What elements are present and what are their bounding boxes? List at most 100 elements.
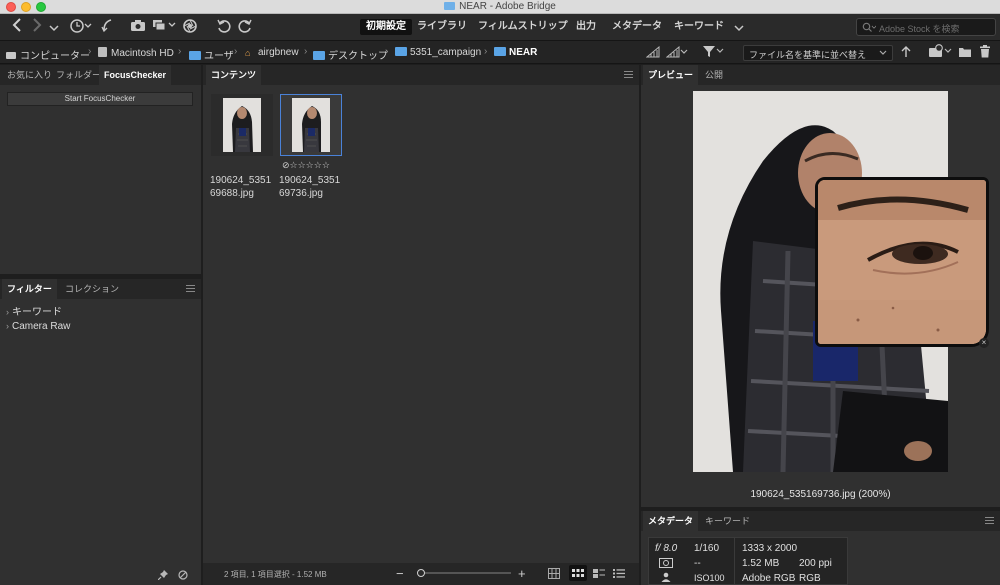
breadcrumb-label: airgbnew bbox=[258, 47, 299, 58]
forward-icon[interactable] bbox=[30, 18, 44, 36]
metering-icon bbox=[659, 558, 673, 568]
quality-options-icon[interactable] bbox=[645, 44, 661, 62]
filter-item-label: Camera Raw bbox=[12, 321, 71, 332]
stock-search-input[interactable]: Adobe Stock を検索 bbox=[856, 18, 996, 36]
breadcrumb-airgbnew[interactable]: ⌂ airgbnew bbox=[245, 47, 299, 58]
tab-publish[interactable]: 公開 bbox=[700, 65, 728, 85]
thumbnail-filename[interactable]: 190624_5351 69688.jpg bbox=[210, 174, 271, 200]
thumbnail-item[interactable] bbox=[211, 94, 273, 156]
workspace-tab-default[interactable]: 初期設定 bbox=[360, 19, 412, 35]
workspace-more-chevron-icon[interactable] bbox=[732, 18, 746, 36]
sort-dropdown[interactable]: ファイル名を基準に並べ替え bbox=[743, 45, 893, 61]
refine-dropdown-icon[interactable] bbox=[152, 18, 178, 36]
slider-handle[interactable] bbox=[417, 569, 425, 577]
panel-tab-bar: フィルター コレクション bbox=[0, 279, 201, 299]
rotate-left-icon[interactable] bbox=[216, 18, 232, 36]
clear-filter-icon[interactable] bbox=[178, 570, 188, 583]
breadcrumb-users[interactable]: ユーザ bbox=[189, 47, 234, 62]
history-dropdown-icon[interactable] bbox=[48, 18, 60, 36]
breadcrumb-label: Macintosh HD bbox=[111, 48, 174, 59]
filter-item-camera-raw[interactable]: › Camera Raw bbox=[6, 321, 70, 332]
sort-ascending-icon[interactable] bbox=[900, 44, 912, 62]
tab-favorites[interactable]: お気に入り bbox=[2, 65, 57, 85]
zoom-in-icon[interactable]: + bbox=[518, 566, 526, 581]
breadcrumb-label: デスクトップ bbox=[328, 51, 388, 62]
tab-filter[interactable]: フィルター bbox=[2, 279, 57, 299]
color-profile-value: Adobe RGB bbox=[742, 573, 796, 584]
filename-line: 190624_5351 bbox=[279, 175, 341, 186]
return-to-photoshop-icon[interactable] bbox=[100, 18, 114, 36]
grid-lock-icon[interactable] bbox=[548, 568, 560, 582]
details-view-icon[interactable] bbox=[593, 569, 605, 581]
delete-trash-icon[interactable] bbox=[978, 44, 992, 62]
panel-menu-icon[interactable] bbox=[186, 285, 195, 292]
breadcrumb-label: NEAR bbox=[509, 47, 538, 58]
tab-metadata[interactable]: メタデータ bbox=[643, 511, 699, 531]
magnifier-loupe[interactable] bbox=[815, 177, 989, 347]
thumbnail-filename[interactable]: 190624_5351 69736.jpg bbox=[279, 174, 340, 200]
filter-items-dropdown-icon[interactable] bbox=[702, 44, 728, 62]
close-loupe-icon[interactable]: × bbox=[979, 338, 989, 348]
filter-item-keywords[interactable]: › キーワード bbox=[6, 303, 62, 318]
panel-menu-icon[interactable] bbox=[985, 517, 994, 524]
breadcrumb-label: ユーザ bbox=[204, 51, 234, 62]
rating-stars[interactable]: ⊘☆☆☆☆☆ bbox=[282, 160, 330, 171]
pin-icon[interactable] bbox=[157, 570, 168, 583]
breadcrumb-macintosh-hd[interactable]: Macintosh HD bbox=[98, 47, 174, 59]
focuschecker-panel: お気に入り フォルダー FocusChecker Start FocusChec… bbox=[0, 65, 201, 274]
breadcrumb-5351-campaign[interactable]: 5351_campaign bbox=[395, 47, 481, 58]
camera-raw-icon[interactable] bbox=[182, 18, 198, 36]
thumbnail-image bbox=[223, 98, 261, 152]
tab-keywords[interactable]: キーワード bbox=[700, 511, 755, 531]
filter-item-label: キーワード bbox=[12, 307, 62, 318]
workspace-tab-library[interactable]: ライブラリ bbox=[411, 19, 473, 35]
zoom-out-icon[interactable]: − bbox=[396, 566, 404, 581]
panel-tab-bar: プレビュー 公開 bbox=[641, 65, 1000, 85]
workspace-tab-filmstrip[interactable]: フィルムストリップ bbox=[472, 19, 574, 35]
folder-icon bbox=[189, 51, 201, 60]
main-toolbar: 初期設定 ライブラリ フィルムストリップ 出力 メタデータ キーワード Adob… bbox=[0, 14, 1000, 40]
thumbnail-view-icon bbox=[572, 569, 584, 577]
chevron-down-icon bbox=[879, 48, 887, 58]
rotate-right-icon[interactable] bbox=[237, 18, 253, 36]
content-panel: コンテンツ 190624_5351 69688.jpg ⊘☆☆☆☆☆ 19062… bbox=[203, 65, 639, 563]
tab-preview[interactable]: プレビュー bbox=[643, 65, 699, 85]
thumbnail-item-selected[interactable] bbox=[280, 94, 342, 156]
breadcrumb-desktop[interactable]: デスクトップ bbox=[313, 47, 388, 62]
list-view-icon[interactable] bbox=[613, 569, 625, 581]
hard-drive-icon bbox=[98, 47, 107, 57]
recent-files-icon[interactable] bbox=[68, 18, 94, 36]
folder-icon bbox=[444, 2, 456, 10]
breadcrumb-near[interactable]: NEAR bbox=[494, 47, 537, 58]
tab-content[interactable]: コンテンツ bbox=[206, 65, 262, 85]
camera-import-icon[interactable] bbox=[130, 18, 146, 36]
dimensions-value: 1333 x 2000 bbox=[742, 543, 798, 554]
home-icon: ⌂ bbox=[245, 48, 251, 58]
thumbnail-size-slider[interactable] bbox=[417, 569, 511, 577]
iso-value: ISO100 bbox=[694, 573, 725, 583]
chevron-right-icon: › bbox=[88, 46, 92, 57]
workspace-tab-output[interactable]: 出力 bbox=[570, 19, 602, 35]
workspace-tab-keywords[interactable]: キーワード bbox=[668, 19, 730, 35]
slider-track bbox=[417, 572, 511, 574]
breadcrumb-computer[interactable]: コンピューター bbox=[6, 47, 90, 62]
back-icon[interactable] bbox=[10, 18, 24, 36]
preview-caption: 190624_535169736.jpg (200%) bbox=[750, 489, 891, 500]
thumbnail-quality-dropdown-icon[interactable] bbox=[665, 44, 688, 62]
chevron-right-icon: › bbox=[234, 46, 238, 57]
panel-menu-icon[interactable] bbox=[624, 71, 633, 78]
open-recent-dropdown-icon[interactable] bbox=[928, 44, 954, 62]
folder-icon bbox=[494, 47, 506, 56]
view-thumbnails-button[interactable] bbox=[569, 565, 587, 581]
aperture-value: f/ 8.0 bbox=[655, 543, 678, 554]
computer-icon bbox=[6, 52, 16, 59]
new-folder-icon[interactable] bbox=[958, 44, 972, 62]
chevron-right-icon: › bbox=[6, 307, 9, 317]
thumbnail-image bbox=[292, 98, 330, 152]
tab-collections[interactable]: コレクション bbox=[60, 279, 124, 299]
panel-tab-bar: お気に入り フォルダー FocusChecker bbox=[0, 65, 201, 85]
tab-folders[interactable]: フォルダー bbox=[51, 65, 106, 85]
workspace-tab-metadata[interactable]: メタデータ bbox=[606, 19, 668, 35]
tab-focuschecker[interactable]: FocusChecker bbox=[99, 65, 172, 85]
start-focuschecker-button[interactable]: Start FocusChecker bbox=[7, 92, 193, 106]
